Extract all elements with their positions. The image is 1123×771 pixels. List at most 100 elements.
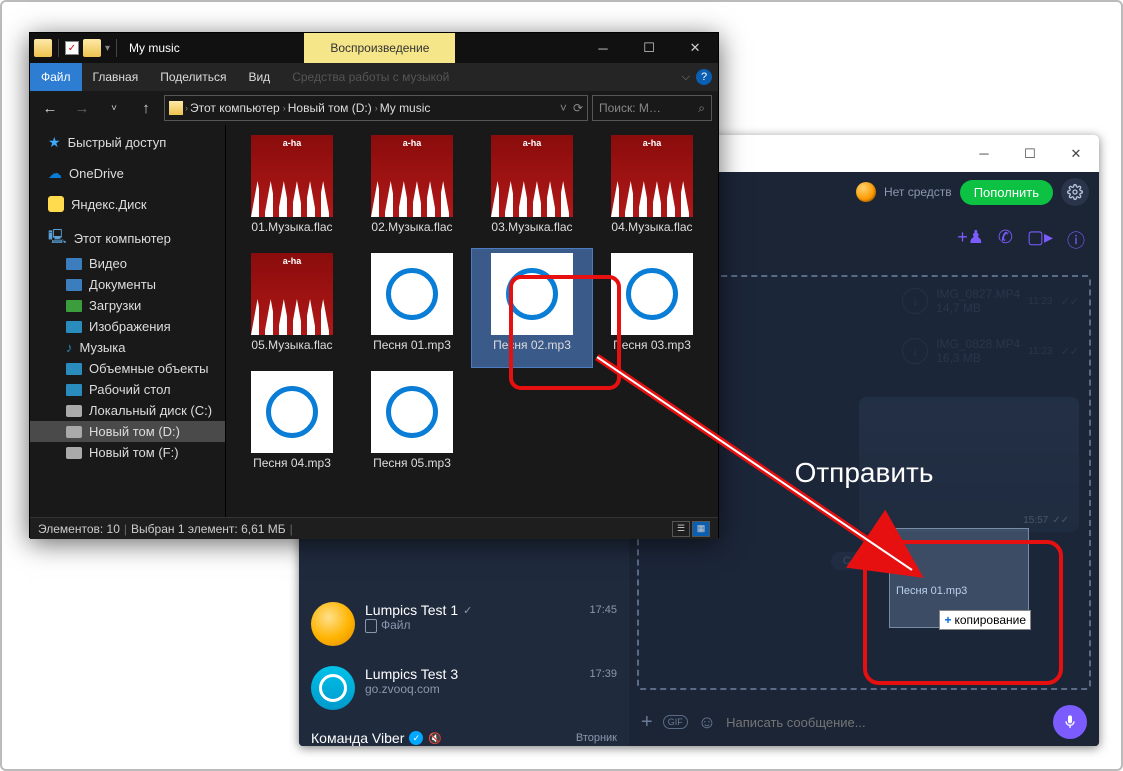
nav-pictures[interactable]: Изображения: [30, 316, 225, 337]
folder-icon[interactable]: [83, 39, 101, 57]
file-grid[interactable]: 01.Музыка.flac 02.Музыка.flac 03.Музыка.fl…: [226, 125, 718, 517]
help-icon[interactable]: ?: [696, 69, 712, 85]
explorer-window: ✓ ▾ My music Воспроизведение ─ ☐ ✕ Файл …: [29, 32, 719, 538]
ribbon-tab-share[interactable]: Поделиться: [149, 63, 237, 91]
file-tile[interactable]: Песня 02.mp3: [472, 249, 592, 367]
add-contact-icon[interactable]: +♟: [957, 227, 984, 253]
pc-icon: 🖳: [48, 226, 67, 250]
drive-icon: [66, 426, 82, 438]
maximize-button[interactable]: ☐: [1007, 135, 1053, 172]
ribbon: Файл Главная Поделиться Вид Средства раб…: [30, 63, 718, 91]
nav-videos[interactable]: Видео: [30, 253, 225, 274]
file-tile[interactable]: 05.Музыка.flac: [232, 249, 352, 367]
nav-drive-f[interactable]: Новый том (F:): [30, 442, 225, 463]
window-title: My music: [123, 33, 180, 63]
file-tile[interactable]: Песня 01.mp3: [352, 249, 472, 367]
attach-button[interactable]: +: [641, 711, 653, 734]
nav-quick-access[interactable]: ★Быстрый доступ: [30, 131, 225, 154]
minimize-button[interactable]: ─: [961, 135, 1007, 172]
contact-time: Вторник: [576, 732, 617, 744]
nav-music[interactable]: ♪Музыка: [30, 337, 225, 358]
search-box[interactable]: Поиск: M… ⌕: [592, 95, 712, 121]
recent-button[interactable]: ˅: [100, 94, 128, 122]
folder-icon: [66, 363, 82, 375]
file-tile[interactable]: 03.Музыка.flac: [472, 131, 592, 249]
nav-downloads[interactable]: Загрузки: [30, 295, 225, 316]
address-row: ← → ˅ ↑ › Этот компьютер› Новый том (D:)…: [30, 91, 718, 125]
nav-onedrive[interactable]: ☁OneDrive: [30, 162, 225, 185]
settings-button[interactable]: [1061, 178, 1089, 206]
voice-button[interactable]: [1053, 705, 1087, 739]
forward-button[interactable]: →: [68, 94, 96, 122]
maximize-button[interactable]: ☐: [626, 33, 672, 63]
breadcrumb-segment[interactable]: Этот компьютер›: [190, 101, 286, 115]
address-bar[interactable]: › Этот компьютер› Новый том (D:)› My mus…: [164, 95, 588, 121]
file-tile[interactable]: 04.Музыка.flac: [592, 131, 712, 249]
file-name: Песня 01.mp3: [373, 338, 451, 352]
mp3-icon: [251, 371, 333, 453]
search-placeholder: Поиск: M…: [599, 101, 661, 115]
sticker-button[interactable]: ☺: [698, 712, 716, 733]
ribbon-chevron-icon[interactable]: ⌵: [682, 71, 690, 84]
refresh-icon[interactable]: ⟳: [573, 101, 583, 115]
ribbon-tab-view[interactable]: Вид: [237, 63, 281, 91]
gif-button[interactable]: GIF: [663, 715, 688, 729]
contact-row[interactable]: Lumpics Test 1✓17:45 Файл: [299, 592, 629, 656]
file-tile[interactable]: Песня 05.mp3: [352, 367, 472, 485]
album-thumbnail: [251, 253, 333, 335]
folder-icon: [66, 258, 82, 270]
drive-icon: [66, 447, 82, 459]
file-tile[interactable]: Песня 03.mp3: [592, 249, 712, 367]
close-button[interactable]: ✕: [672, 33, 718, 63]
ribbon-tab-home[interactable]: Главная: [82, 63, 150, 91]
file-icon: [365, 619, 377, 633]
nav-drive-c[interactable]: Локальный диск (C:): [30, 400, 225, 421]
minimize-button[interactable]: ─: [580, 33, 626, 63]
nav-this-pc[interactable]: 🖳Этот компьютер: [30, 223, 225, 253]
close-button[interactable]: ✕: [1053, 135, 1099, 172]
file-name: Песня 05.mp3: [373, 456, 451, 470]
breadcrumb-segment[interactable]: My music: [380, 101, 431, 115]
view-details-button[interactable]: ☰: [672, 521, 690, 537]
contact-name: Lumpics Test 3: [365, 666, 458, 682]
file-name: 02.Музыка.flac: [371, 220, 452, 234]
back-button[interactable]: ←: [36, 94, 64, 122]
view-thumbnails-button[interactable]: ▦: [692, 521, 710, 537]
status-selection: Выбран 1 элемент: 6,61 МБ: [131, 522, 286, 536]
ribbon-tab-music[interactable]: Средства работы с музыкой: [281, 63, 460, 91]
balance-text: Нет средств: [884, 185, 952, 199]
avatar-icon: [311, 666, 355, 710]
file-tile[interactable]: Песня 04.mp3: [232, 367, 352, 485]
video-call-icon[interactable]: ▢▸: [1027, 227, 1053, 253]
mp3-icon: [491, 253, 573, 335]
file-name: 01.Музыка.flac: [251, 220, 332, 234]
nav-3d-objects[interactable]: Объемные объекты: [30, 358, 225, 379]
avatar-icon: [311, 602, 355, 646]
file-tile[interactable]: 02.Музыка.flac: [352, 131, 472, 249]
navigation-pane[interactable]: ★Быстрый доступ ☁OneDrive Яндекс.Диск 🖳Э…: [30, 125, 226, 517]
contact-time: 17:39: [589, 668, 617, 680]
contact-row[interactable]: ✆ Команда Viber✓🔇Вторник Yana: Сообщение…: [299, 720, 629, 746]
info-icon[interactable]: ⓘ: [1067, 227, 1085, 253]
contact-row[interactable]: Lumpics Test 317:39 go.zvooq.com: [299, 656, 629, 720]
message-input[interactable]: [726, 715, 1043, 730]
dropdown-icon[interactable]: ˅: [560, 101, 567, 115]
yandex-disk-icon: [48, 196, 64, 212]
nav-desktop[interactable]: Рабочий стол: [30, 379, 225, 400]
folder-icon[interactable]: [34, 39, 52, 57]
breadcrumb-segment[interactable]: Новый том (D:)›: [288, 101, 378, 115]
plus-icon: +: [944, 613, 951, 627]
status-count: Элементов: 10: [38, 522, 120, 536]
file-tile[interactable]: 01.Музыка.flac: [232, 131, 352, 249]
qat-checkbox[interactable]: ✓: [65, 41, 79, 55]
nav-yandex-disk[interactable]: Яндекс.Диск: [30, 193, 225, 215]
refill-button[interactable]: Пополнить: [960, 180, 1053, 205]
drop-text: Отправить: [795, 457, 934, 489]
voice-call-icon[interactable]: ✆: [998, 227, 1013, 253]
album-thumbnail: [251, 135, 333, 217]
status-bar: Элементов: 10 | Выбран 1 элемент: 6,61 М…: [30, 517, 718, 539]
ribbon-tab-file[interactable]: Файл: [30, 63, 82, 91]
nav-documents[interactable]: Документы: [30, 274, 225, 295]
up-button[interactable]: ↑: [132, 94, 160, 122]
nav-drive-d[interactable]: Новый том (D:): [30, 421, 225, 442]
